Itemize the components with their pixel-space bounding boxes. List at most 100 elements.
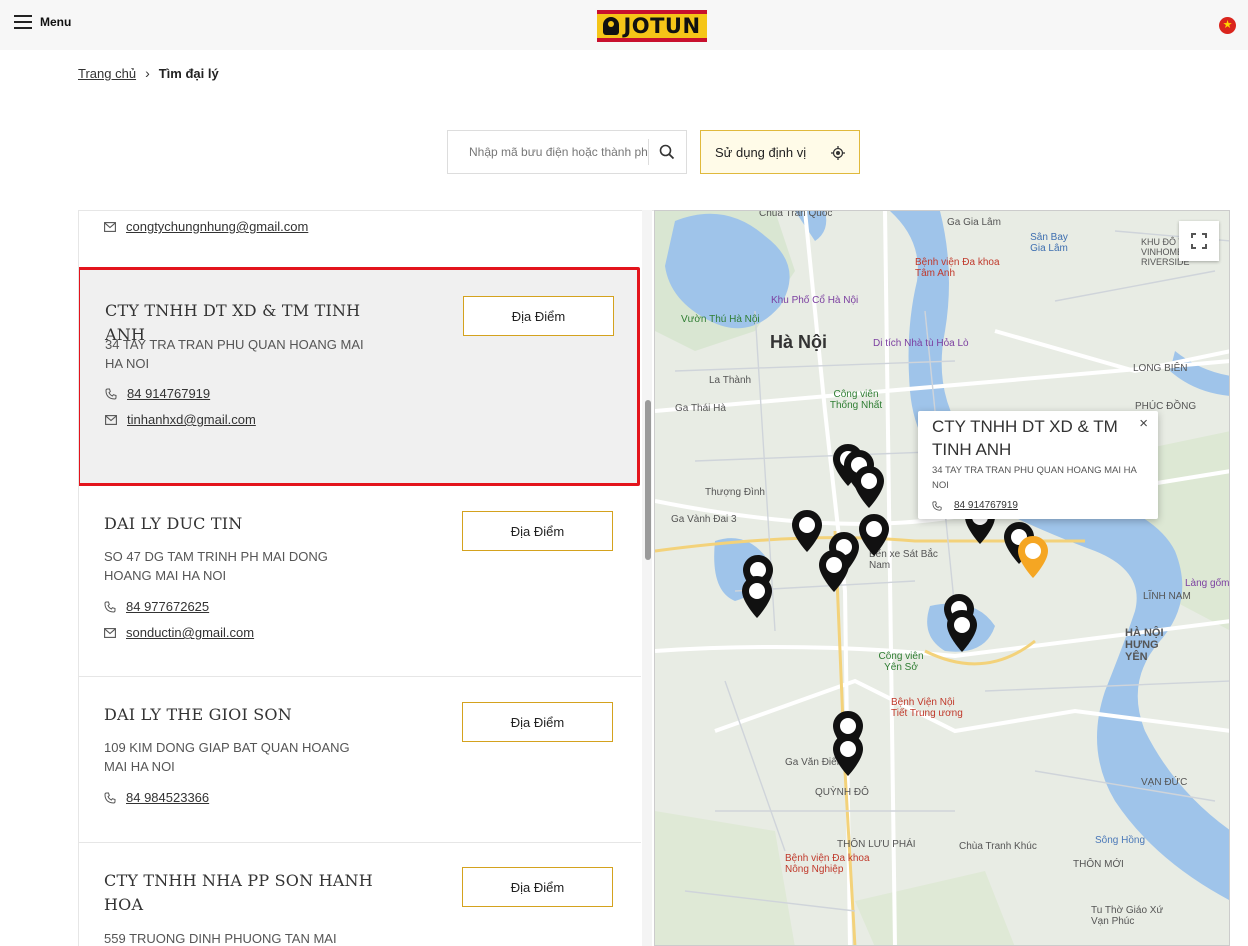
map-pin-icon[interactable] [832, 733, 864, 777]
dealer-card-selected[interactable]: CTY TNHH DT XD & TM TINH ANH 34 TAY TRA … [79, 267, 640, 486]
map-label: HÀ NỘI HƯNG YÊN [1125, 627, 1164, 663]
dealer-card[interactable]: DAI LY DUC TIN SO 47 DG TAM TRINH PH MAI… [79, 486, 641, 677]
map-label: QUỲNH ĐÔ [815, 787, 869, 798]
dealer-address: 109 KIM DONG GIAP BAT QUAN HOANG MAI HA … [104, 740, 350, 774]
search-box [447, 130, 687, 174]
menu-label: Menu [40, 15, 72, 29]
dealer-address: 34 TAY TRA TRAN PHU QUAN HOANG MAI HA NO… [105, 337, 364, 371]
search-input[interactable] [448, 131, 648, 173]
dealer-card[interactable]: CTY TNHH NHA PP SON HANH HOA 559 TRUONG … [79, 843, 641, 946]
map-label: Di tích Nhà tù Hỏa Lò [873, 338, 969, 349]
email-icon [104, 627, 126, 638]
phone-link[interactable]: 84 914767919 [127, 386, 210, 401]
hamburger-icon [14, 15, 32, 29]
map-label: THÔN MỚI [1073, 859, 1124, 870]
map-label: Công viên Yên Sở [878, 651, 924, 673]
list-scrollbar-thumb[interactable] [645, 400, 651, 560]
map-label: Bệnh viện Đa khoa Nông Nghiệp [785, 853, 870, 875]
use-location-label: Sử dụng định vị [715, 144, 807, 160]
dealer-address: SO 47 DG TAM TRINH PH MAI DONG HOANG MAI… [104, 549, 328, 583]
logo-text: JOTUN [623, 14, 701, 38]
search-button[interactable] [649, 131, 686, 173]
location-button[interactable]: Địa Điểm [462, 702, 613, 742]
dealer-map[interactable]: Chùa Trấn Quốc Ga Gia Lâm Sân Bay Gia Lâ… [654, 210, 1230, 946]
email-link[interactable]: tinhanhxd@gmail.com [127, 412, 256, 427]
map-label: Thượng Đình [705, 487, 765, 498]
map-city-label: Hà Nội [770, 332, 828, 352]
map-label: Ga Thái Hà [675, 403, 726, 414]
chevron-right-icon: › [145, 65, 150, 81]
popup-phone-row: 84 914767919 [932, 500, 1018, 511]
map-pin-icon[interactable] [818, 549, 850, 593]
map-label: Khu Phố Cổ Hà Nội [771, 295, 859, 306]
email-icon [105, 414, 127, 425]
breadcrumb-home-link[interactable]: Trang chủ [78, 66, 136, 81]
dealer-list[interactable]: congtychungnhung@gmail.com CTY TNHH DT X… [78, 210, 654, 946]
map-label: Tu Thờ Giáo Xứ Vạn Phúc [1091, 905, 1164, 927]
breadcrumb-current: Tìm đại lý [158, 65, 219, 81]
dealer-name: DAI LY THE GIOI SON [104, 705, 292, 724]
map-pin-icon[interactable] [946, 609, 978, 653]
partial-email-row: congtychungnhung@gmail.com [104, 219, 308, 234]
popup-phone-link[interactable]: 84 914767919 [954, 500, 1018, 511]
map-info-popup: CTY TNHH DT XD & TM TINH ANH × 34 TAY TR… [918, 411, 1158, 519]
map-label: Ga Gia Lâm [947, 217, 1001, 228]
map-label: Bệnh viện Đa khoa Tâm Anh [915, 257, 1000, 279]
map-label: Công viên Thống Nhất [829, 389, 883, 411]
vietnam-flag-icon[interactable]: ★ [1219, 17, 1236, 34]
fullscreen-button[interactable] [1179, 221, 1219, 261]
map-label: Ga Vành Đai 3 [671, 514, 737, 525]
map-pin-icon[interactable] [791, 509, 823, 553]
map-label: THÔN LƯU PHÁI [837, 839, 916, 850]
selected-map-pin-icon[interactable] [1017, 535, 1049, 579]
location-button[interactable]: Địa Điểm [462, 867, 613, 907]
map-label: LONG BIÊN [1133, 363, 1188, 374]
dealer-address: 559 TRUONG DINH PHUONG TAN MAI [104, 931, 337, 946]
map-label: Chùa Tranh Khúc [959, 841, 1037, 852]
phone-link[interactable]: 84 977672625 [126, 599, 209, 614]
use-location-button[interactable]: Sử dụng định vị [700, 130, 860, 174]
map-pin-icon[interactable] [858, 513, 890, 557]
map-label: La Thành [709, 375, 752, 386]
dealer-email-row: sonductin@gmail.com [104, 625, 254, 640]
phone-icon [104, 601, 126, 613]
map-label: VẠN ĐỨC [1141, 777, 1188, 788]
popup-title: CTY TNHH DT XD & TM TINH ANH [932, 417, 1118, 459]
dealer-phone-row: 84 977672625 [104, 599, 209, 614]
map-label: Sông Hồng [1095, 835, 1146, 846]
email-link[interactable]: congtychungnhung@gmail.com [126, 219, 308, 234]
dealer-name: CTY TNHH NHA PP SON HANH HOA [104, 871, 373, 914]
phone-link[interactable]: 84 984523366 [126, 790, 209, 805]
email-icon [104, 221, 126, 232]
menu-button[interactable]: Menu [14, 15, 71, 29]
crosshair-icon [831, 146, 845, 160]
phone-icon [105, 388, 127, 400]
dealer-card[interactable]: DAI LY THE GIOI SON 109 KIM DONG GIAP BA… [79, 677, 641, 843]
dealer-name: DAI LY DUC TIN [104, 514, 243, 533]
popup-address: 34 TAY TRA TRAN PHU QUAN HOANG MAI HA NO… [932, 465, 1137, 491]
logo-mark-icon [603, 17, 620, 35]
dealer-phone-row: 84 914767919 [105, 386, 210, 401]
fullscreen-icon [1191, 233, 1207, 249]
email-link[interactable]: sonductin@gmail.com [126, 625, 254, 640]
dealer-phone-row: 84 984523366 [104, 790, 209, 805]
top-bar: Menu JOTUN ★ [0, 0, 1248, 50]
jotun-logo[interactable]: JOTUN [597, 10, 707, 42]
close-icon[interactable]: × [1139, 415, 1148, 432]
map-label: Bệnh Viện Nội Tiết Trung ương [891, 697, 963, 719]
phone-icon [932, 500, 954, 511]
search-icon [659, 144, 675, 160]
map-label: LĨNH NAM [1143, 591, 1191, 602]
map-label: Sân Bay Gia Lâm [1030, 232, 1068, 254]
location-button[interactable]: Địa Điểm [462, 511, 613, 551]
dealer-email-row: tinhanhxd@gmail.com [105, 412, 256, 427]
breadcrumb: Trang chủ › Tìm đại lý [78, 65, 219, 81]
map-label: Vườn Thú Hà Nội [681, 314, 760, 325]
map-label: Chùa Trấn Quốc [759, 210, 833, 219]
map-pin-icon[interactable] [853, 465, 885, 509]
list-scrollbar-track[interactable] [642, 210, 652, 946]
location-button[interactable]: Địa Điểm [463, 296, 614, 336]
map-pin-icon[interactable] [741, 575, 773, 619]
map-label: Làng gốm [1185, 578, 1230, 589]
phone-icon [104, 792, 126, 804]
